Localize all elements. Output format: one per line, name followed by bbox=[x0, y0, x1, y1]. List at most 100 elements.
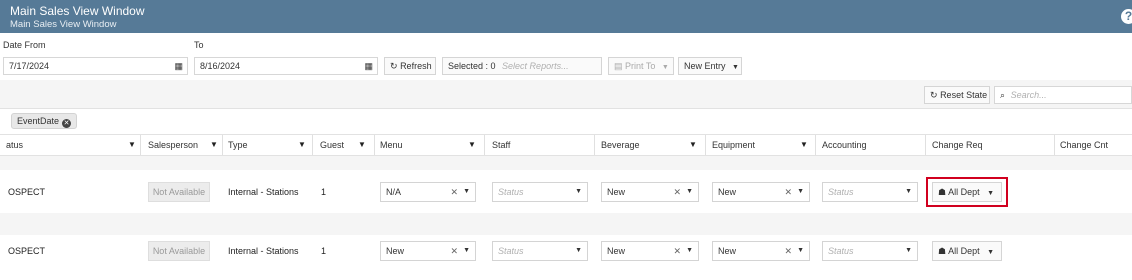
column-separator bbox=[374, 135, 375, 155]
column-separator bbox=[925, 135, 926, 155]
column-header-salesperson[interactable]: Salesperson ▼ bbox=[148, 135, 220, 155]
group-chip-label: EventDate bbox=[17, 116, 60, 126]
chevron-down-icon[interactable]: ▼ bbox=[575, 242, 582, 260]
report-selector[interactable]: Selected : 0 Select Reports... bbox=[442, 57, 602, 75]
change-req-button[interactable]: ☗ All Dept ▼ bbox=[932, 182, 1002, 202]
column-header-beverage[interactable]: Beverage ▼ bbox=[601, 135, 701, 155]
staff-select[interactable]: Status ▼ bbox=[492, 241, 588, 261]
date-from-value: 7/17/2024 bbox=[9, 61, 50, 71]
close-icon[interactable]: ✕ bbox=[673, 183, 681, 201]
chevron-down-icon[interactable]: ▼ bbox=[797, 183, 804, 201]
chevron-down-icon[interactable]: ▼ bbox=[463, 183, 470, 201]
filter-icon[interactable]: ▼ bbox=[128, 135, 136, 155]
chevron-down-icon[interactable]: ▼ bbox=[686, 242, 693, 260]
date-from-label: Date From bbox=[3, 40, 46, 50]
accounting-select[interactable]: Status ▼ bbox=[822, 241, 918, 261]
table-row[interactable]: OSPECT Not Available Internal - Stations… bbox=[0, 170, 1132, 213]
chevron-down-icon[interactable]: ▼ bbox=[463, 242, 470, 260]
filter-icon[interactable]: ▼ bbox=[800, 135, 808, 155]
chevron-down-icon[interactable]: ▼ bbox=[905, 183, 912, 201]
column-header-menu[interactable]: Menu ▼ bbox=[380, 135, 480, 155]
date-to-value: 8/16/2024 bbox=[200, 61, 241, 71]
equipment-select[interactable]: New ✕ ▼ bbox=[712, 182, 810, 202]
chevron-down-icon[interactable]: ▼ bbox=[987, 249, 994, 256]
help-button[interactable]: ? bbox=[1121, 9, 1132, 24]
column-separator bbox=[1054, 135, 1055, 155]
column-header-change-cnt[interactable]: Change Cnt bbox=[1060, 135, 1130, 155]
chevron-down-icon: ▼ bbox=[661, 64, 669, 71]
to-label: To bbox=[194, 40, 204, 50]
search-placeholder: Search... bbox=[1010, 90, 1047, 100]
filter-icon[interactable]: ▼ bbox=[358, 135, 366, 155]
change-req-button[interactable]: ☗ All Dept ▼ bbox=[932, 241, 1002, 261]
column-header-change-req[interactable]: Change Req bbox=[932, 135, 1032, 155]
menu-select[interactable]: New ✕ ▼ bbox=[380, 241, 476, 261]
equipment-select[interactable]: New ✕ ▼ bbox=[712, 241, 810, 261]
column-header-guest[interactable]: Guest ▼ bbox=[320, 135, 370, 155]
column-separator bbox=[484, 135, 485, 155]
close-icon[interactable]: ✕ bbox=[784, 242, 792, 260]
column-separator bbox=[594, 135, 595, 155]
print-to-label: Print To bbox=[625, 61, 656, 71]
close-icon[interactable]: ✕ bbox=[450, 242, 458, 260]
group-icon: ☗ bbox=[938, 246, 947, 256]
new-entry-button[interactable]: New Entry ▼ bbox=[678, 57, 742, 75]
date-from-input[interactable]: 7/17/2024 ▦ bbox=[3, 57, 188, 75]
date-to-input[interactable]: 8/16/2024 ▦ bbox=[194, 57, 378, 75]
staff-select[interactable]: Status ▼ bbox=[492, 182, 588, 202]
filter-icon[interactable]: ▼ bbox=[468, 135, 476, 155]
beverage-select[interactable]: New ✕ ▼ bbox=[601, 241, 699, 261]
filter-icon[interactable]: ▼ bbox=[210, 135, 218, 155]
column-separator bbox=[222, 135, 223, 155]
column-header-type[interactable]: Type ▼ bbox=[228, 135, 308, 155]
close-icon[interactable]: ✕ bbox=[450, 183, 458, 201]
column-separator bbox=[312, 135, 313, 155]
search-input[interactable]: ⌕ Search... bbox=[994, 86, 1132, 104]
column-separator bbox=[705, 135, 706, 155]
salesperson-field[interactable]: Not Available bbox=[148, 182, 210, 202]
close-icon[interactable]: ✕ bbox=[784, 183, 792, 201]
calendar-icon[interactable]: ▦ bbox=[174, 58, 183, 74]
chevron-down-icon[interactable]: ▼ bbox=[987, 190, 994, 197]
print-to-button[interactable]: ▤ Print To ▼ bbox=[608, 57, 674, 75]
filter-icon[interactable]: ▼ bbox=[298, 135, 306, 155]
group-chip-eventdate[interactable]: EventDate ✕ bbox=[11, 113, 78, 129]
refresh-icon: ↻ bbox=[930, 90, 938, 100]
accounting-select[interactable]: Status ▼ bbox=[822, 182, 918, 202]
calendar-icon[interactable]: ▦ bbox=[364, 58, 373, 74]
column-header-equipment[interactable]: Equipment ▼ bbox=[712, 135, 812, 155]
refresh-label: Refresh bbox=[400, 61, 432, 71]
close-icon[interactable]: ✕ bbox=[62, 119, 72, 128]
window-subtitle: Main Sales View Window bbox=[10, 19, 117, 30]
column-header-accounting[interactable]: Accounting bbox=[822, 135, 922, 155]
beverage-select[interactable]: New ✕ ▼ bbox=[601, 182, 699, 202]
chevron-down-icon[interactable]: ▼ bbox=[686, 183, 693, 201]
reset-state-button[interactable]: ↻ Reset State bbox=[924, 86, 990, 104]
row-status: OSPECT bbox=[8, 187, 46, 197]
window-title: Main Sales View Window bbox=[10, 4, 145, 18]
group-row bbox=[0, 213, 1132, 235]
column-header-staff[interactable]: Staff bbox=[492, 135, 592, 155]
chevron-down-icon[interactable]: ▼ bbox=[797, 242, 804, 260]
salesperson-field[interactable]: Not Available bbox=[148, 241, 210, 261]
select-reports-placeholder: Select Reports... bbox=[502, 61, 569, 71]
column-separator bbox=[140, 135, 141, 155]
group-icon: ☗ bbox=[938, 187, 947, 197]
row-guest: 1 bbox=[321, 246, 327, 256]
filter-icon[interactable]: ▼ bbox=[689, 135, 697, 155]
printer-icon: ▤ bbox=[614, 61, 623, 71]
row-type: Internal - Stations bbox=[228, 246, 299, 256]
divider bbox=[0, 108, 1132, 109]
group-row bbox=[0, 156, 1132, 170]
column-header-status[interactable]: atus ▼ bbox=[6, 135, 136, 155]
menu-select[interactable]: N/A ✕ ▼ bbox=[380, 182, 476, 202]
chevron-down-icon: ▼ bbox=[732, 64, 739, 71]
table-row[interactable]: OSPECT Not Available Internal - Stations… bbox=[0, 235, 1132, 271]
selected-count: Selected : 0 bbox=[448, 61, 496, 71]
chevron-down-icon[interactable]: ▼ bbox=[575, 183, 582, 201]
column-separator bbox=[815, 135, 816, 155]
chevron-down-icon[interactable]: ▼ bbox=[905, 242, 912, 260]
refresh-button[interactable]: ↻ Refresh bbox=[384, 57, 436, 75]
close-icon[interactable]: ✕ bbox=[673, 242, 681, 260]
refresh-icon: ↻ bbox=[390, 61, 398, 71]
